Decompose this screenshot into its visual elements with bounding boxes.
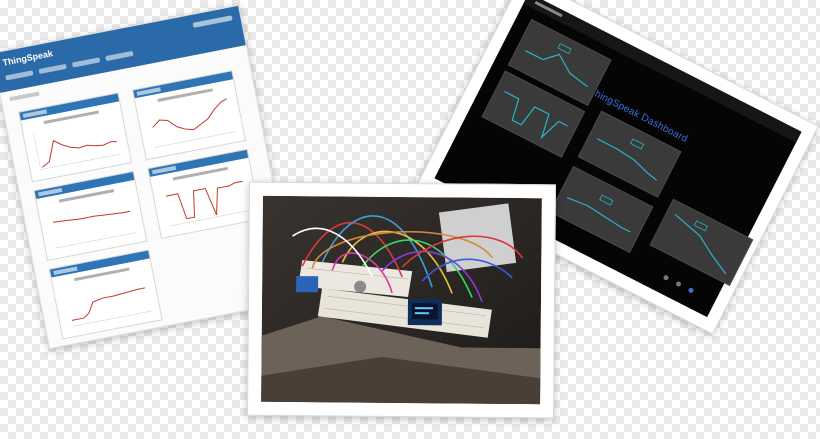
breadboard-photo xyxy=(261,195,542,405)
header-links xyxy=(192,15,233,28)
nav-dot-active-icon xyxy=(687,287,695,294)
field-chart-3 xyxy=(33,170,148,262)
nav-dot-icon xyxy=(662,274,670,282)
field-chart-5 xyxy=(48,249,163,340)
field-chart-1 xyxy=(18,92,133,183)
dark-chart-5 xyxy=(649,198,754,286)
field-chart-2 xyxy=(132,70,246,161)
breadcrumb xyxy=(9,91,40,102)
nav-dot-icon xyxy=(675,280,682,288)
breadboard-photo-card xyxy=(246,181,557,419)
field-chart-4 xyxy=(147,148,262,239)
